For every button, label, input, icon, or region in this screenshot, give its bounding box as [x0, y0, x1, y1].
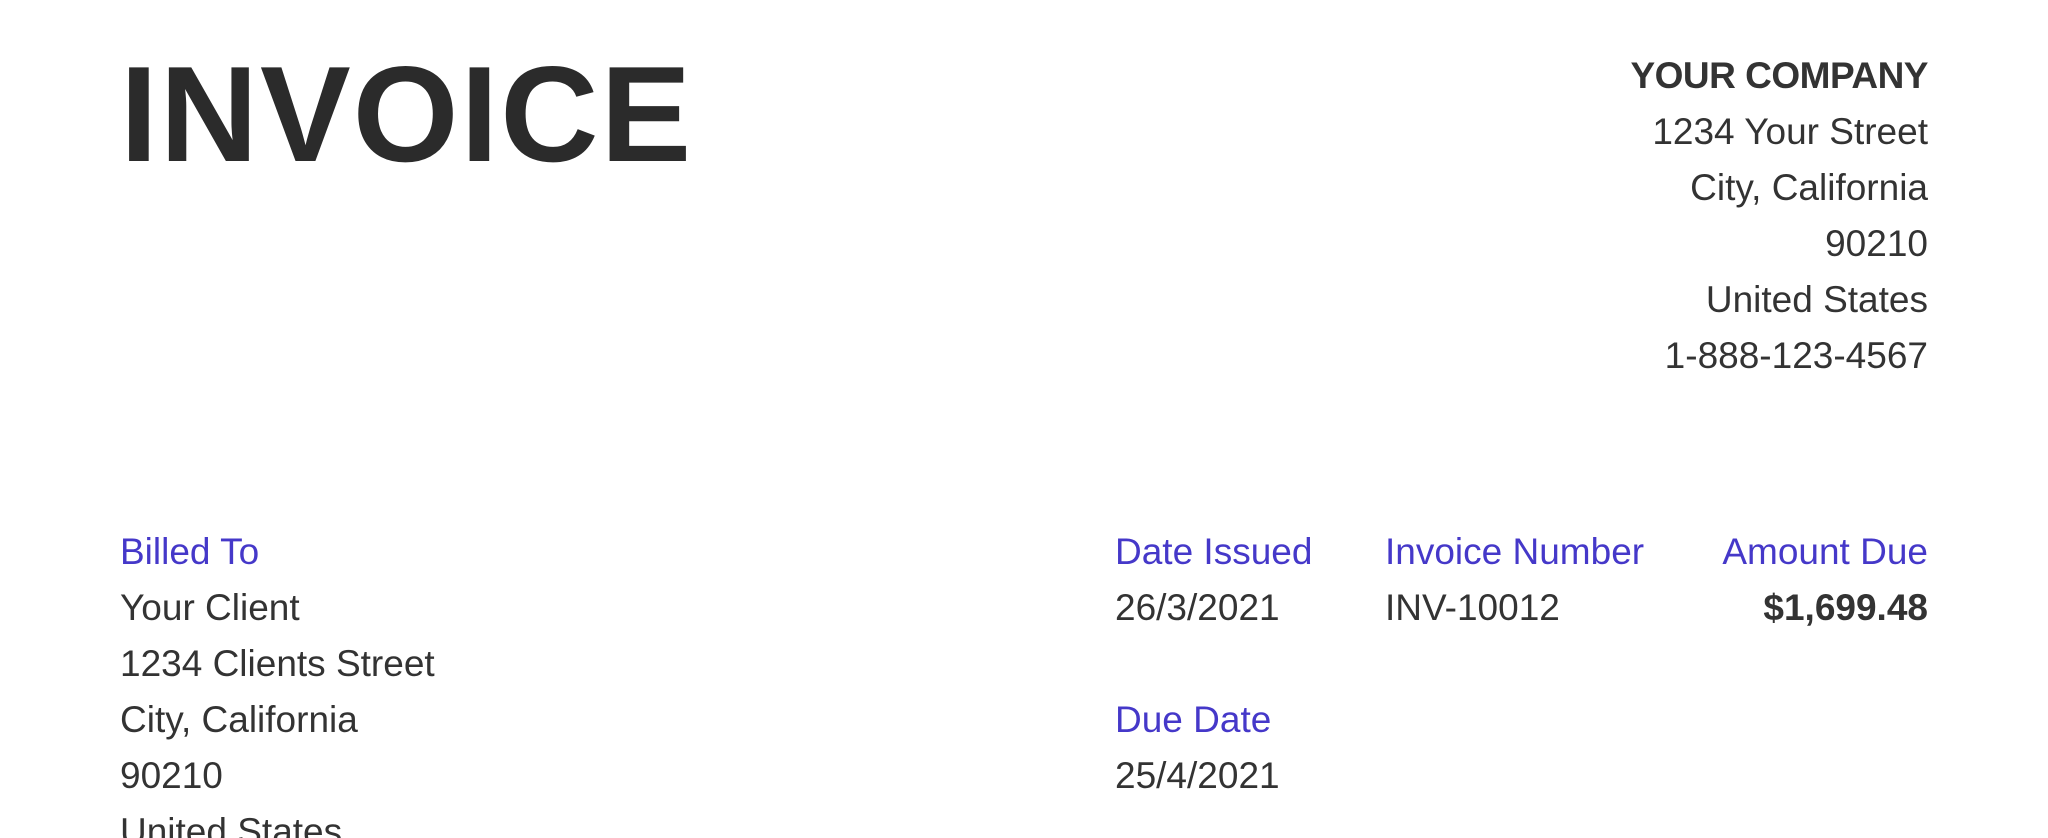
- date-issued-label: Date Issued: [1115, 531, 1313, 572]
- invoice-number-value: INV-10012: [1385, 587, 1560, 628]
- date-issued-value: 26/3/2021: [1115, 587, 1280, 628]
- invoice-page: INVOICE YOUR COMPANY 1234 Your Street Ci…: [0, 0, 2048, 838]
- due-date-label: Due Date: [1115, 699, 1272, 740]
- client-name: Your Client: [120, 587, 300, 628]
- date-issued-block: Date Issued 26/3/2021: [1115, 524, 1312, 636]
- company-country: United States: [1705, 279, 1928, 320]
- due-date-block: Due Date 25/4/2021: [1115, 692, 1280, 804]
- amount-due-block: Amount Due $1,699.48: [1722, 524, 1928, 636]
- company-city-state: City, California: [1690, 167, 1928, 208]
- company-address-block: YOUR COMPANY 1234 Your Street City, Cali…: [1630, 48, 1928, 384]
- amount-due-label: Amount Due: [1722, 531, 1928, 572]
- amount-due-value: $1,699.48: [1763, 587, 1928, 628]
- due-date-value: 25/4/2021: [1115, 755, 1280, 796]
- company-name: YOUR COMPANY: [1630, 55, 1928, 96]
- billed-to-block: Billed To Your Client 1234 Clients Stree…: [120, 524, 435, 838]
- company-zip: 90210: [1825, 223, 1928, 264]
- invoice-title: INVOICE: [120, 38, 694, 190]
- client-street: 1234 Clients Street: [120, 643, 435, 684]
- company-street: 1234 Your Street: [1652, 111, 1928, 152]
- company-phone: 1-888-123-4567: [1664, 335, 1928, 376]
- client-city-state: City, California: [120, 699, 358, 740]
- billed-to-label: Billed To: [120, 531, 260, 572]
- client-country: United States: [120, 811, 343, 838]
- invoice-number-block: Invoice Number INV-10012: [1385, 524, 1644, 636]
- client-zip: 90210: [120, 755, 223, 796]
- invoice-number-label: Invoice Number: [1385, 531, 1645, 572]
